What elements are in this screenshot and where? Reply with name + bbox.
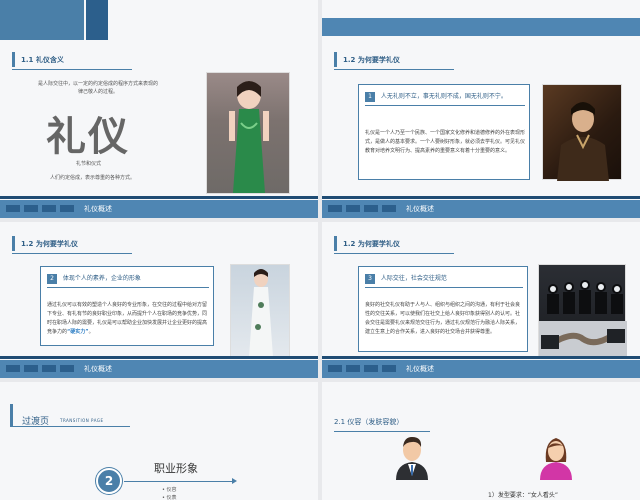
box-title: 体现个人的素养，企业的形象 (62, 275, 141, 282)
definition-quote: 是人际交往中，以一定的约定俗成的程序方式来表现的律己敬人的过程。 (38, 81, 159, 95)
slide-thumbnail-4[interactable]: 1.2 为何要学礼仪 3 人际交往，社会交往规范 良好的社交礼仪有助于人与人、组… (322, 222, 640, 378)
slide-thumbnail-1[interactable]: 1.1 礼仪含义 是人际交往中，以一定的约定俗成的程序方式来表现的律己敬人的过程… (0, 0, 318, 218)
section-title: 1.1 礼仪含义 (21, 56, 64, 64)
box-title: 人无礼则不立，事无礼则不成，国无礼则不宁。 (380, 93, 507, 100)
number-badge: 1 (365, 91, 375, 102)
chapter-number-circle: 2 (96, 468, 122, 494)
text-box: 2 体现个人的素养，企业的形象 通过礼仪可以有效的塑造个人良好的专业形象，在交往… (40, 266, 214, 346)
big-title: 礼仪 (46, 114, 130, 160)
slide-thumbnail-6[interactable]: 2.1 仪容（发肤容貌） 1）发型要求：“女人看头” (322, 382, 640, 500)
number-badge: 2 (47, 273, 57, 284)
slide-thumbnail-3[interactable]: 1.2 为何要学礼仪 2 体现个人的素养，企业的形象 通过礼仪可以有效的塑造个人… (0, 222, 318, 378)
section-header: 1.1 礼仪含义 (12, 48, 132, 70)
caption-ceremony: 礼节和仪式 (76, 161, 102, 167)
text-box: 3 人际交往，社会交往规范 良好的社交礼仪有助于人与人、组织与组织之间的沟通，有… (358, 266, 528, 352)
number-badge: 3 (365, 273, 375, 284)
slide-footer: 礼仪概述 (0, 356, 318, 378)
box-body: 良好的社交礼仪有助于人与人、组织与组织之间的沟通，有利于社会良性的交往关系，可以… (365, 302, 521, 335)
caption-definition: 人们约定俗成，表示尊重的各种方式。 (50, 175, 136, 181)
section-header: 2.1 仪容（发肤容貌） (334, 410, 430, 432)
top-accent-block-dark (86, 0, 108, 40)
female-avatar-icon (536, 434, 576, 480)
slide-thumbnail-2[interactable]: 1.2 为何要学礼仪 1 人无礼则不立，事无礼则不成，国无礼则不宁。 礼仪是一个… (322, 0, 640, 218)
highlight-text: “硬实力” (67, 329, 89, 335)
chapter-heading: 职业形象 (154, 462, 198, 475)
qipao-woman-photo (206, 72, 290, 194)
slide-footer: 礼仪概述 (322, 196, 640, 218)
chapter-line (124, 481, 234, 482)
text-box: 1 人无礼则不立，事无礼则不成，国无礼则不宁。 礼仪是一个人乃至一个民族、一个国… (358, 84, 530, 180)
business-team-photo (538, 264, 627, 359)
historical-drama-photo (542, 84, 622, 181)
chapter-item-2: • 仪表 (162, 495, 177, 500)
slide-thumbnail-5[interactable]: 过渡页 TRANSITION PAGE 2 职业形象 • 仪容 • 仪表 (0, 382, 318, 500)
box-title: 人际交往，社会交往规范 (380, 275, 447, 282)
transition-subtitle: TRANSITION PAGE (60, 418, 104, 423)
chapter-arrow (232, 478, 237, 484)
footer-label: 礼仪概述 (406, 205, 434, 213)
section-title: 1.2 为何要学礼仪 (21, 240, 78, 248)
box-body: 通过礼仪可以有效的塑造个人良好的专业形象，在交往的过程中给对方留下专业、有礼有节… (47, 302, 208, 335)
section-header: 1.2 为何要学礼仪 (12, 232, 132, 254)
top-space (322, 0, 640, 18)
chapter-item-1: • 仪容 (162, 487, 177, 493)
section-title: 1.2 为何要学礼仪 (343, 240, 400, 248)
footer-label: 礼仪概述 (84, 365, 112, 373)
box-body: 礼仪是一个人乃至一个民族、一个国家文化修养和道德修养的外在表现形式，是做人的基本… (365, 130, 526, 154)
chapter-number: 2 (104, 474, 114, 488)
section-header: 1.2 为何要学礼仪 (334, 232, 454, 254)
footer-label: 礼仪概述 (84, 205, 112, 213)
slide-footer: 礼仪概述 (322, 356, 640, 378)
hair-requirement-caption: 1）发型要求：“女人看头” (488, 492, 559, 499)
top-accent-block (0, 0, 84, 40)
male-avatar-icon (392, 434, 432, 480)
transition-title: 过渡页 (22, 417, 50, 427)
footer-label: 礼仪概述 (406, 365, 434, 373)
section-header: 1.2 为何要学礼仪 (334, 48, 454, 70)
top-banner (322, 18, 640, 36)
section-title: 2.1 仪容（发肤容貌） (334, 418, 404, 426)
title-accent-bar (10, 404, 13, 426)
section-title: 1.2 为何要学礼仪 (343, 56, 400, 64)
slide-footer: 礼仪概述 (0, 196, 318, 218)
white-qipao-photo (230, 264, 290, 358)
